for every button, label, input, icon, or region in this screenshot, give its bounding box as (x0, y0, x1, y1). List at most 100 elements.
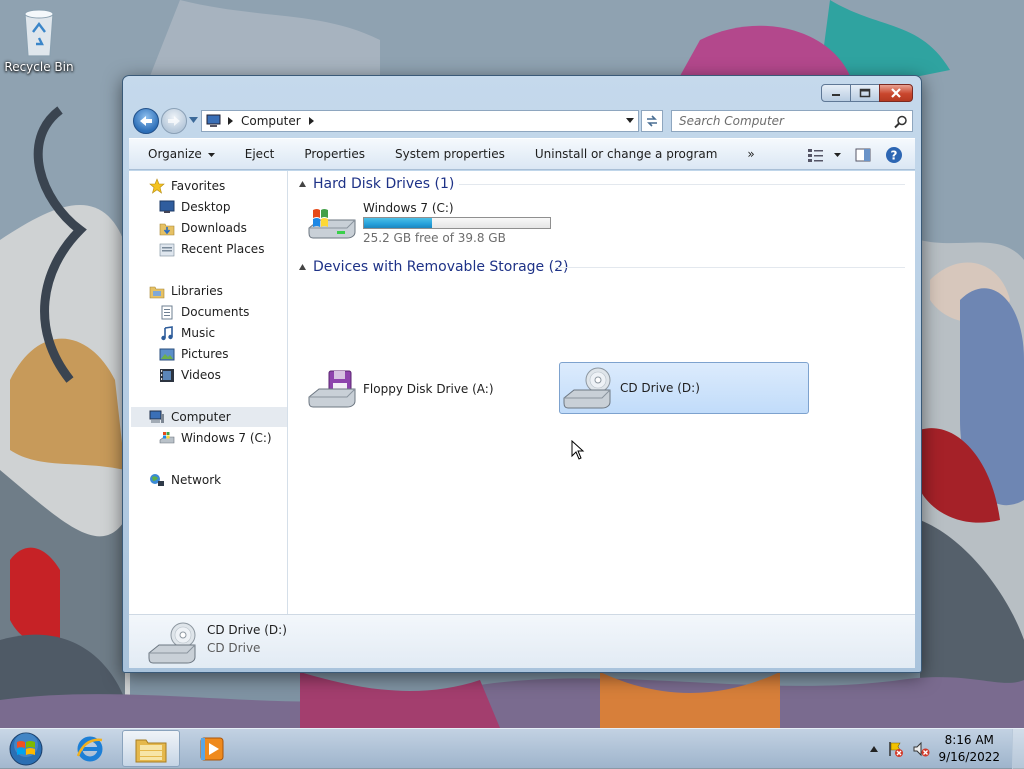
cd-drive-icon (563, 367, 611, 409)
volume-muted-icon[interactable] (912, 740, 930, 758)
nav-windows-drive[interactable]: Windows 7 (C:) (159, 428, 272, 448)
system-properties-button[interactable]: System properties (380, 147, 520, 161)
nav-downloads-label: Downloads (181, 221, 247, 235)
group-removable-label: Devices with Removable Storage (2) (313, 259, 569, 275)
back-button[interactable] (133, 108, 159, 134)
content-area[interactable]: Hard Disk Drives (1) Windows 7 (C:) 25.2… (289, 171, 915, 614)
nav-windows-drive-label: Windows 7 (C:) (181, 431, 272, 445)
nav-libraries[interactable]: Libraries (149, 281, 223, 301)
refresh-icon (647, 115, 657, 127)
address-bar[interactable]: Computer (201, 110, 639, 132)
details-pane: CD Drive (D:) CD Drive (129, 614, 915, 668)
media-player-icon (200, 737, 224, 760)
address-dropdown-icon[interactable] (626, 118, 634, 123)
windows-explorer-icon (135, 739, 167, 762)
nav-favorites-label: Favorites (171, 179, 226, 193)
libraries-icon (149, 286, 165, 298)
show-desktop-button[interactable] (1012, 729, 1024, 769)
nav-network[interactable]: Network (149, 470, 221, 490)
nav-music-label: Music (181, 326, 216, 340)
desktop-icon (159, 200, 175, 213)
nav-computer-label: Computer (171, 410, 231, 424)
nav-favorites[interactable]: Favorites (149, 176, 225, 196)
help-icon: ? (886, 147, 902, 163)
nav-downloads[interactable]: Downloads (159, 218, 247, 238)
system-clock[interactable]: 8:16 AM 9/16/2022 (938, 732, 1000, 766)
nav-music[interactable]: Music (159, 323, 215, 343)
change-view-button[interactable] (807, 148, 841, 162)
nav-libraries-label: Libraries (171, 284, 223, 298)
pictures-icon (159, 348, 175, 360)
forward-button[interactable] (161, 108, 187, 134)
organize-label: Organize (148, 147, 202, 161)
nav-computer[interactable]: Computer (131, 407, 287, 427)
internet-explorer-icon (76, 736, 103, 761)
clock-time: 8:16 AM (944, 733, 994, 747)
recent-places-icon (159, 243, 175, 256)
window-body: Favorites Desktop Downloads Recent Place… (129, 171, 915, 614)
help-button[interactable]: ? (885, 146, 903, 164)
search-box[interactable] (671, 110, 913, 132)
taskbar-internet-explorer[interactable] (61, 730, 119, 767)
drive-floppy-a-item[interactable]: Floppy Disk Drive (A:) (307, 363, 557, 415)
nav-pictures[interactable]: Pictures (159, 344, 229, 364)
back-arrow-icon (140, 116, 152, 126)
minimize-button[interactable] (821, 84, 851, 102)
drive-windows-c[interactable]: Windows 7 (C:) 25.2 GB free of 39.8 GB (307, 197, 557, 249)
breadcrumb-arrow-icon[interactable] (228, 117, 233, 125)
collapse-triangle-icon (299, 181, 306, 187)
preview-pane-button[interactable] (855, 148, 871, 162)
start-button[interactable] (6, 730, 46, 768)
documents-icon (161, 305, 173, 319)
recent-pages-chevron-icon[interactable] (189, 117, 198, 123)
nav-videos-label: Videos (181, 368, 221, 382)
videos-icon (160, 368, 174, 382)
clock-date: 9/16/2022 (938, 750, 1000, 764)
breadcrumb-arrow-icon[interactable] (308, 117, 314, 125)
drive-floppy-a-text: Floppy Disk Drive (A:) (363, 382, 494, 396)
group-hard-disk-drives[interactable]: Hard Disk Drives (1) (299, 174, 905, 194)
taskbar-media-player[interactable] (183, 730, 241, 767)
details-item-type: CD Drive (207, 641, 261, 655)
uninstall-program-button[interactable]: Uninstall or change a program (520, 147, 733, 161)
star-icon (149, 178, 165, 194)
organize-button[interactable]: Organize (129, 147, 230, 161)
drive-cd-d[interactable]: CD Drive (D:) (559, 362, 809, 414)
maximize-icon (859, 88, 871, 98)
windows-hard-drive-icon (308, 209, 356, 239)
more-commands-button[interactable]: » (732, 147, 769, 161)
nav-documents[interactable]: Documents (159, 302, 249, 322)
group-divider (459, 184, 905, 185)
maximize-button[interactable] (850, 84, 880, 102)
capacity-bar-fill (364, 218, 433, 228)
taskbar-windows-explorer[interactable] (122, 730, 180, 767)
close-button[interactable] (879, 84, 913, 102)
nav-recent-places[interactable]: Recent Places (159, 239, 264, 259)
music-icon (161, 325, 173, 340)
caption-buttons (821, 84, 913, 102)
capacity-bar (363, 217, 551, 229)
properties-button[interactable]: Properties (289, 147, 380, 161)
breadcrumb-computer[interactable]: Computer (241, 114, 301, 128)
command-bar: Organize Eject Properties System propert… (129, 138, 915, 170)
nav-videos[interactable]: Videos (159, 365, 221, 385)
nav-desktop[interactable]: Desktop (159, 197, 231, 217)
explorer-window[interactable]: Computer Organize Eject Properties Syste… (122, 75, 922, 673)
show-hidden-icons-arrow-icon[interactable] (870, 746, 879, 752)
recycle-bin-label: Recycle Bin (4, 60, 74, 74)
recycle-bin[interactable]: Recycle Bin (4, 4, 74, 74)
search-input[interactable] (672, 113, 882, 129)
eject-button[interactable]: Eject (230, 147, 290, 161)
hard-drive-icon (159, 431, 175, 443)
search-icon[interactable] (894, 115, 908, 129)
cd-drive-icon (148, 622, 196, 664)
action-center-flag-icon[interactable] (886, 740, 904, 758)
refresh-button[interactable] (641, 110, 663, 132)
svg-text:?: ? (891, 149, 898, 163)
navigation-pane[interactable]: Favorites Desktop Downloads Recent Place… (129, 171, 288, 614)
computer-icon (206, 114, 221, 127)
drive-windows-c-free-space: 25.2 GB free of 39.8 GB (363, 231, 506, 245)
group-removable-storage[interactable]: Devices with Removable Storage (2) (299, 257, 905, 277)
mouse-cursor-icon (571, 440, 585, 460)
downloads-folder-icon (159, 223, 175, 235)
